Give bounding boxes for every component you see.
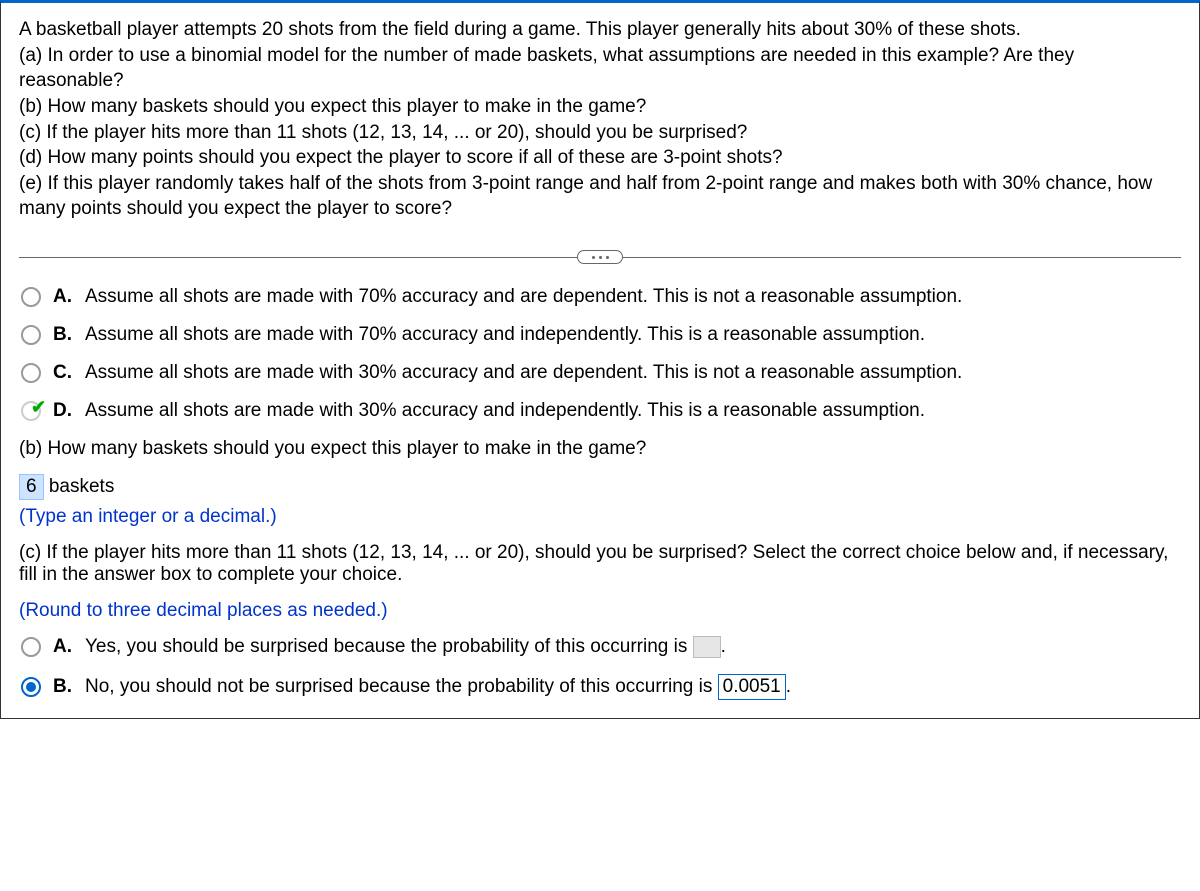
part-c-choices: A. Yes, you should be surprised because … bbox=[19, 636, 1181, 700]
part-c-a-blank[interactable] bbox=[693, 636, 721, 658]
question-stem: A basketball player attempts 20 shots fr… bbox=[19, 17, 1181, 222]
choice-c[interactable]: C. Assume all shots are made with 30% ac… bbox=[21, 362, 1181, 384]
expand-pill[interactable] bbox=[577, 250, 623, 264]
stem-a: (a) In order to use a binomial model for… bbox=[19, 43, 1181, 94]
part-b-hint: (Type an integer or a decimal.) bbox=[19, 506, 1181, 528]
radio-b[interactable] bbox=[21, 325, 41, 345]
radio-c[interactable] bbox=[21, 363, 41, 383]
choice-d[interactable]: ✔ D. Assume all shots are made with 30% … bbox=[21, 400, 1181, 422]
stem-b: (b) How many baskets should you expect t… bbox=[19, 94, 1181, 120]
stem-d: (d) How many points should you expect th… bbox=[19, 145, 1181, 171]
part-c-prompt: (c) If the player hits more than 11 shot… bbox=[19, 542, 1181, 586]
choice-b[interactable]: B. Assume all shots are made with 70% ac… bbox=[21, 324, 1181, 346]
part-c-b-value[interactable]: 0.0051 bbox=[718, 674, 786, 700]
part-c-hint: (Round to three decimal places as needed… bbox=[19, 600, 1181, 622]
part-c-choice-b[interactable]: B. No, you should not be surprised becau… bbox=[21, 674, 1181, 700]
section-divider bbox=[19, 250, 1181, 264]
part-c-choice-a[interactable]: A. Yes, you should be surprised because … bbox=[21, 636, 1181, 658]
part-b-answer[interactable]: 6 bbox=[19, 474, 44, 500]
part-c-radio-b[interactable] bbox=[21, 677, 41, 697]
part-a-choices: A. Assume all shots are made with 70% ac… bbox=[19, 286, 1181, 422]
choice-a[interactable]: A. Assume all shots are made with 70% ac… bbox=[21, 286, 1181, 308]
radio-d[interactable]: ✔ bbox=[21, 401, 41, 421]
stem-intro: A basketball player attempts 20 shots fr… bbox=[19, 17, 1181, 43]
part-b-answer-line: 6 baskets bbox=[19, 474, 1181, 500]
part-c-radio-a[interactable] bbox=[21, 637, 41, 657]
question-container: A basketball player attempts 20 shots fr… bbox=[0, 0, 1200, 719]
part-b-prompt: (b) How many baskets should you expect t… bbox=[19, 438, 1181, 460]
stem-c: (c) If the player hits more than 11 shot… bbox=[19, 120, 1181, 146]
check-icon: ✔ bbox=[31, 397, 45, 411]
stem-e: (e) If this player randomly takes half o… bbox=[19, 171, 1181, 222]
radio-a[interactable] bbox=[21, 287, 41, 307]
